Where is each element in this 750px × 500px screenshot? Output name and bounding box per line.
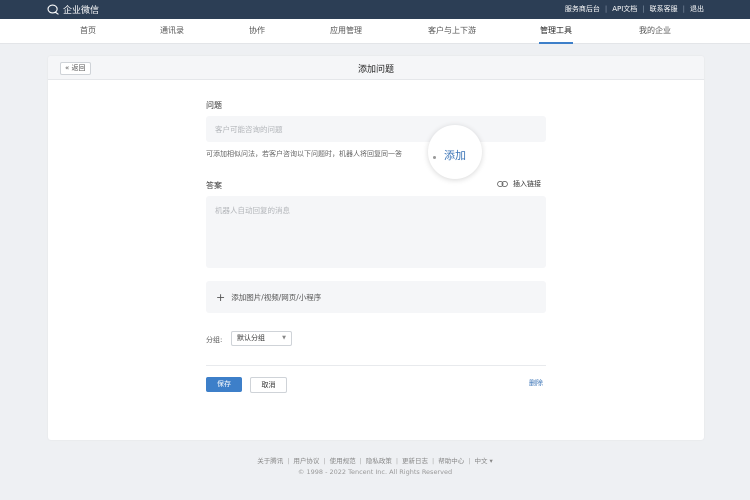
group-label: 分组: [206,336,223,344]
top-links: 服务商后台 | API文档 | 联系客服 | 退出 [565,4,704,14]
card-header: « 返回 添加问题 [48,56,704,80]
nav-item-management-tools[interactable]: 管理工具 [539,19,573,44]
add-question-card: « 返回 添加问题 问题 可添加相似问法，若客户咨询以下问题时，机器人将回复同一… [48,56,704,440]
footer-separator: | [359,457,362,465]
footer-separator: | [432,457,435,465]
top-bar: 企业微信 服务商后台 | API文档 | 联系客服 | 退出 [0,0,750,19]
footer-link-usage-rules[interactable]: 使用规范 [330,457,356,465]
footer-separator: | [287,457,290,465]
top-link-api-docs[interactable]: API文档 [612,4,637,14]
add-similar-question-button[interactable]: 添加 [444,147,466,163]
footer-language-select[interactable]: 中文 ▾ [474,457,492,465]
footer-link-changelog[interactable]: 更新日志 [402,457,428,465]
nav-item-collaboration[interactable]: 协作 [249,19,265,44]
footer-link-help-center[interactable]: 帮助中心 [438,457,464,465]
save-button[interactable]: 保存 [206,377,242,392]
wecom-logo-icon [47,4,59,15]
cancel-button[interactable]: 取消 [250,377,287,393]
nav-item-home[interactable]: 首页 [80,19,96,44]
top-link-logout[interactable]: 退出 [690,4,704,14]
footer-link-about[interactable]: 关于腾讯 [257,457,283,465]
top-link-separator: | [642,5,645,13]
add-attachment-label: 添加图片/视频/网页/小程序 [231,292,322,302]
logo-text: 企业微信 [63,6,100,16]
group-select[interactable]: 默认分组 ▼ [231,331,292,346]
top-link-contact-support[interactable]: 联系客服 [650,4,678,14]
top-link-provider-console[interactable]: 服务商后台 [565,4,600,14]
footer-link-privacy[interactable]: 隐私政策 [366,457,392,465]
add-attachment-button[interactable]: + 添加图片/视频/网页/小程序 [206,281,546,313]
page-title: 添加问题 [357,65,394,75]
similar-question-hint: 可添加相似问法，若客户咨询以下问题时，机器人将回复同一答 [206,150,402,158]
nav-item-contacts[interactable]: 通讯录 [160,19,184,44]
plus-icon: + [216,290,226,304]
group-select-value: 默认分组 [237,334,265,342]
footer-separator: | [395,457,399,465]
top-link-separator: | [682,5,685,13]
nav-item-customers-partners[interactable]: 客户与上下游 [428,19,476,44]
footer-link-user-agreement[interactable]: 用户协议 [293,457,319,465]
question-label: 问题 [206,101,222,110]
answer-textarea[interactable] [206,196,546,268]
nav-item-my-enterprise[interactable]: 我的企业 [639,19,671,44]
main-nav: 首页 通讯录 协作 应用管理 客户与上下游 管理工具 我的企业 [0,19,750,44]
top-link-separator: | [604,5,608,13]
caret-down-icon: ▼ [282,335,286,341]
form-divider [206,365,546,366]
insert-link-button[interactable]: 插入链接 [497,179,541,189]
footer-separator: | [323,457,326,465]
cursor-dot [433,156,436,159]
footer-separator: | [468,457,471,465]
wecom-logo[interactable]: 企业微信 [47,3,99,16]
question-input[interactable] [206,116,546,142]
footer-links: 关于腾讯 | 用户协议 | 使用规范 | 隐私政策 | 更新日志 | 帮助中心 | 中文 ▾ [0,455,750,465]
copyright: © 1998 - 2022 Tencent Inc. All Rights Re… [297,468,453,476]
link-icon [497,181,508,187]
insert-link-label: 插入链接 [513,180,541,188]
nav-item-app-management[interactable]: 应用管理 [330,19,362,44]
answer-label: 答案 [206,181,222,190]
delete-button[interactable]: 删除 [529,378,543,388]
